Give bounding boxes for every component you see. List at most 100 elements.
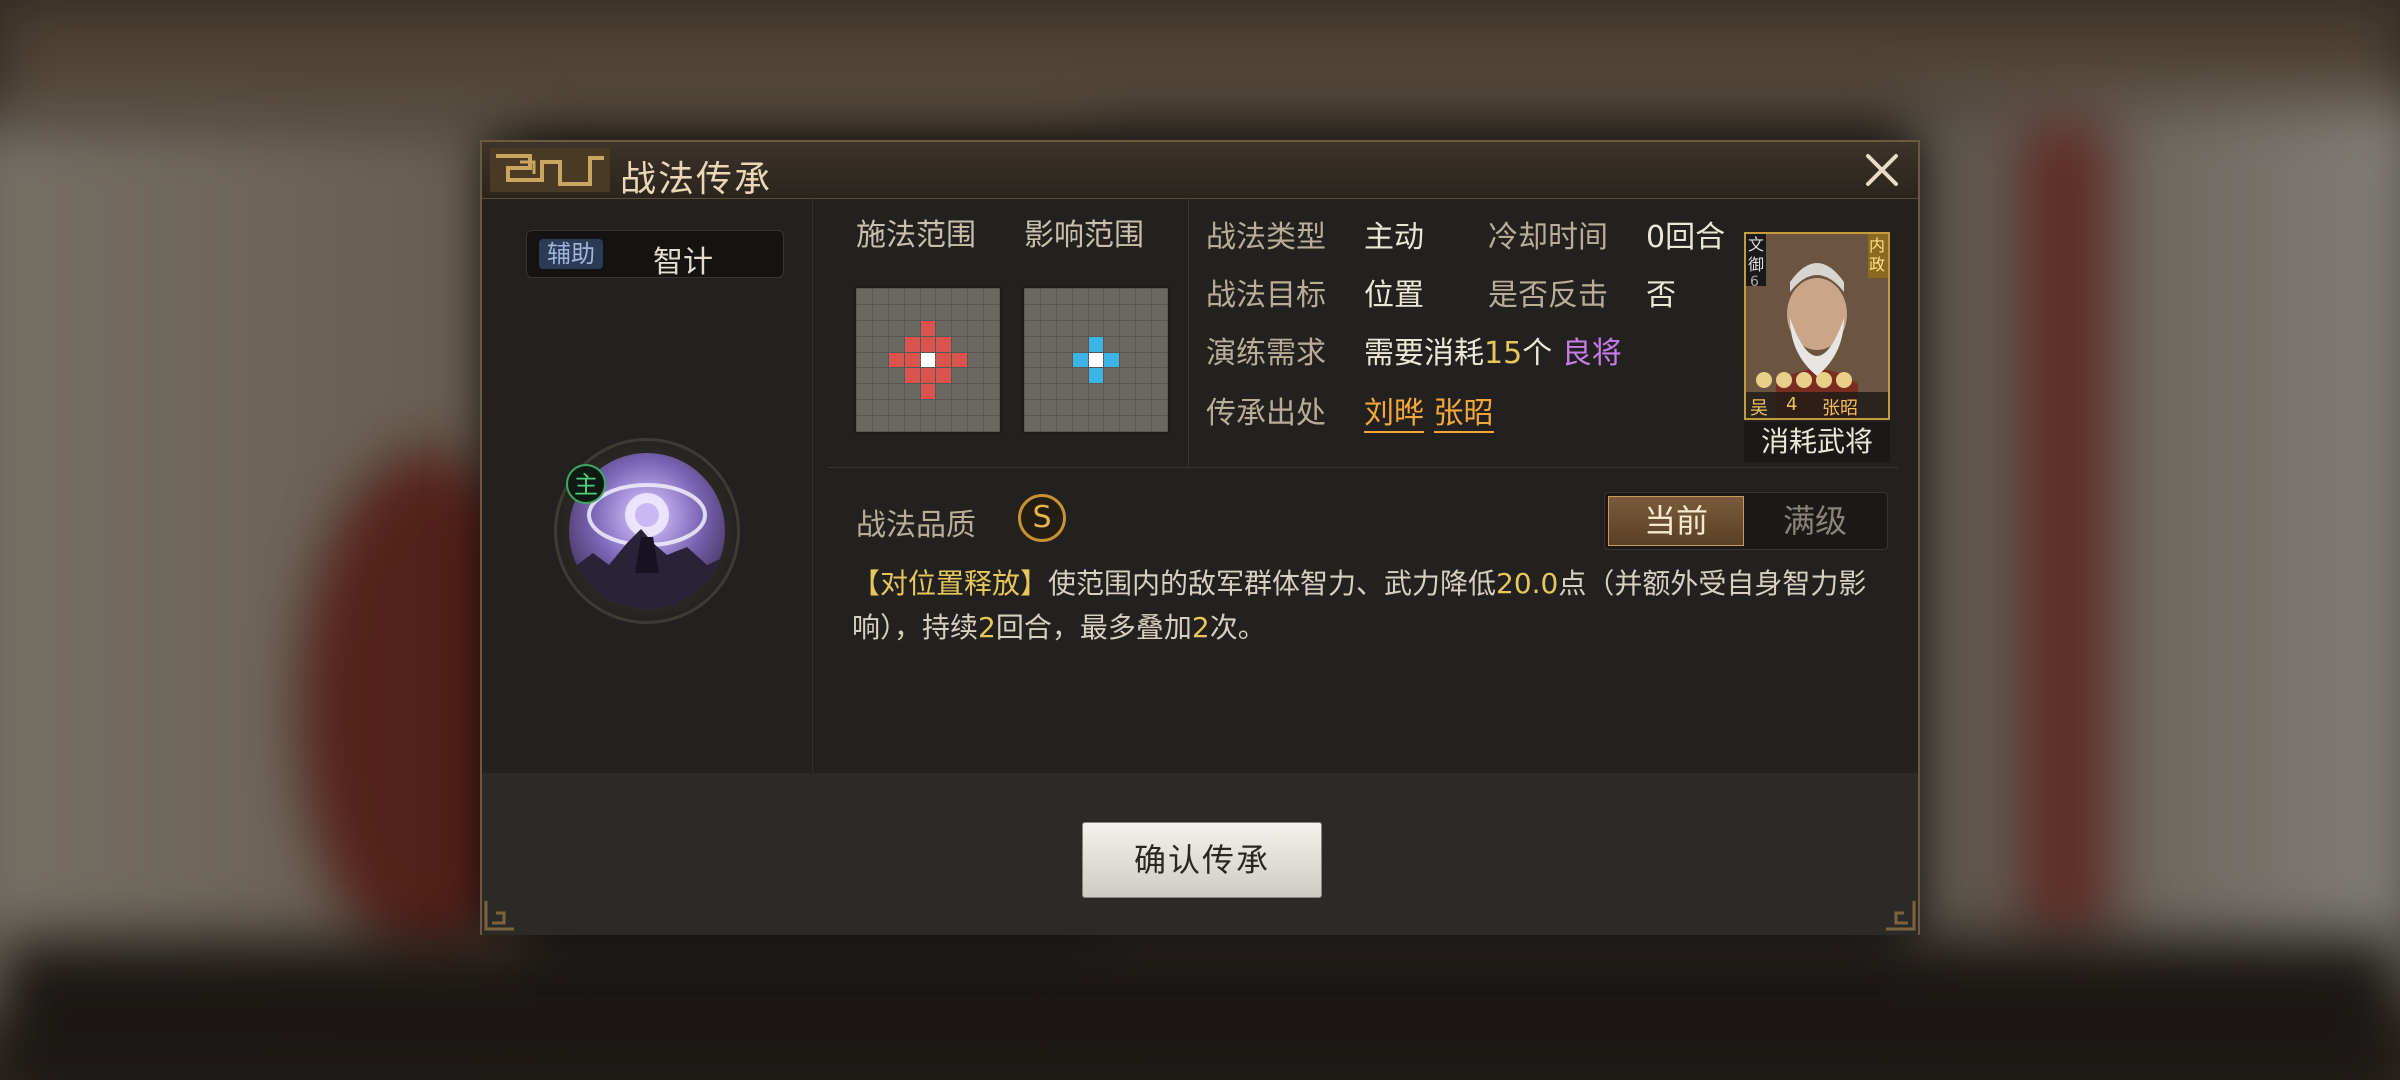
requirement-count: 15 [1484,336,1523,371]
requirement-unit: 个 [1522,336,1553,371]
requirement-value: 需要消耗15个 良将 [1364,328,1622,372]
grid-cell [968,400,984,416]
grid-cell [1040,336,1056,352]
grid-cell [1104,320,1120,336]
source-generals: 刘晔 张昭 [1364,388,1494,433]
grid-cell [984,352,999,368]
grid-cell [984,304,999,320]
close-icon[interactable] [1860,148,1904,192]
grid-cell [1104,368,1120,384]
grid-cell [952,320,968,336]
level-toggle: 当前 满级 [1604,492,1888,550]
grid-cell [1025,400,1040,416]
effect-range-label: 影响范围 [1024,218,1144,253]
grid-cell [1056,352,1072,368]
title-ornament-icon [490,148,610,192]
grid-cell [1088,304,1104,320]
tab-max-level[interactable]: 满级 [1747,496,1883,546]
grid-cell [936,368,952,384]
corner-ornament-icon [1886,901,1916,931]
grid-cell [1025,384,1040,400]
grid-cell [888,289,904,304]
skill-description: 【对位置释放】使范围内的敌军群体智力、武力降低20.0点（并额外受自身智力影响）… [852,562,1892,650]
grid-cell [1072,400,1088,416]
grid-cell [872,400,888,416]
grid-cell [888,304,904,320]
grid-cell [984,320,999,336]
general-portrait-card[interactable]: 文 御 6 内政 吴 4 张昭 [1744,232,1890,420]
cast-range-label: 施法范围 [856,218,976,253]
grid-cell [952,352,968,368]
grid-cell [1104,289,1120,304]
grid-cell [984,416,999,431]
grid-cell [872,304,888,320]
grid-cell [920,289,936,304]
skill-type-tag: 辅助 [539,239,603,269]
grid-cell [1072,352,1088,368]
grid-cell [936,289,952,304]
grid-cell [1104,304,1120,320]
portrait-faction: 吴 [1750,398,1768,419]
grid-cell [888,320,904,336]
description-text: 使范围内的敌军群体智力、武力降低 [1048,567,1497,600]
grid-cell [1104,384,1120,400]
grid-cell [968,289,984,304]
skill-type-value: 主动 [1364,220,1424,255]
grid-cell [1025,368,1040,384]
grid-cell [904,416,920,431]
grid-cell [872,416,888,431]
grid-cell [920,400,936,416]
description-value: 2 [978,611,996,644]
skill-type-badge: 辅助 智计 [526,230,784,280]
grid-cell [1072,384,1088,400]
grid-cell [1088,400,1104,416]
confirm-inherit-button[interactable]: 确认传承 [1082,822,1322,898]
grid-cell [1120,289,1136,304]
target-value: 位置 [1364,278,1424,313]
grid-cell [1120,304,1136,320]
grid-cell [1152,304,1167,320]
grid-cell [888,368,904,384]
grid-cell [968,384,984,400]
grid-cell [1040,400,1056,416]
grid-cell [1072,368,1088,384]
grid-cell [936,384,952,400]
source-general-link[interactable]: 张昭 [1433,396,1494,433]
grid-cell [1040,289,1056,304]
grid-cell [968,304,984,320]
grid-cell [1136,304,1152,320]
grid-cell [936,320,952,336]
grid-cell [872,384,888,400]
tab-current-level[interactable]: 当前 [1608,496,1744,546]
grid-cell [1056,400,1072,416]
grid-cell [904,384,920,400]
grid-cell [872,289,888,304]
grid-cell [1040,384,1056,400]
grid-cell [968,416,984,431]
grid-cell [1152,400,1167,416]
grid-cell [1088,289,1104,304]
grid-cell [904,304,920,320]
grid-cell [936,304,952,320]
grid-cell [857,304,872,320]
grid-cell [984,400,999,416]
corner-ornament-icon [484,901,514,931]
portrait-class-tag: 文 [1748,235,1765,254]
grid-cell [1056,384,1072,400]
grid-cell [920,416,936,431]
quality-grade-badge: S [1018,494,1066,542]
grid-cell [1040,368,1056,384]
portrait-role-tag: 内政 [1869,236,1886,274]
grid-cell [1056,368,1072,384]
source-general-link[interactable]: 刘晔 [1364,396,1424,433]
grid-cell [1120,336,1136,352]
divider [828,467,1898,468]
requirement-prefix: 需要消耗 [1364,336,1484,371]
grid-cell [888,384,904,400]
grid-cell [920,336,936,352]
grid-cell [1072,320,1088,336]
grid-cell [1088,416,1104,431]
grid-cell [904,289,920,304]
grid-cell [1120,384,1136,400]
grid-cell [1088,336,1104,352]
